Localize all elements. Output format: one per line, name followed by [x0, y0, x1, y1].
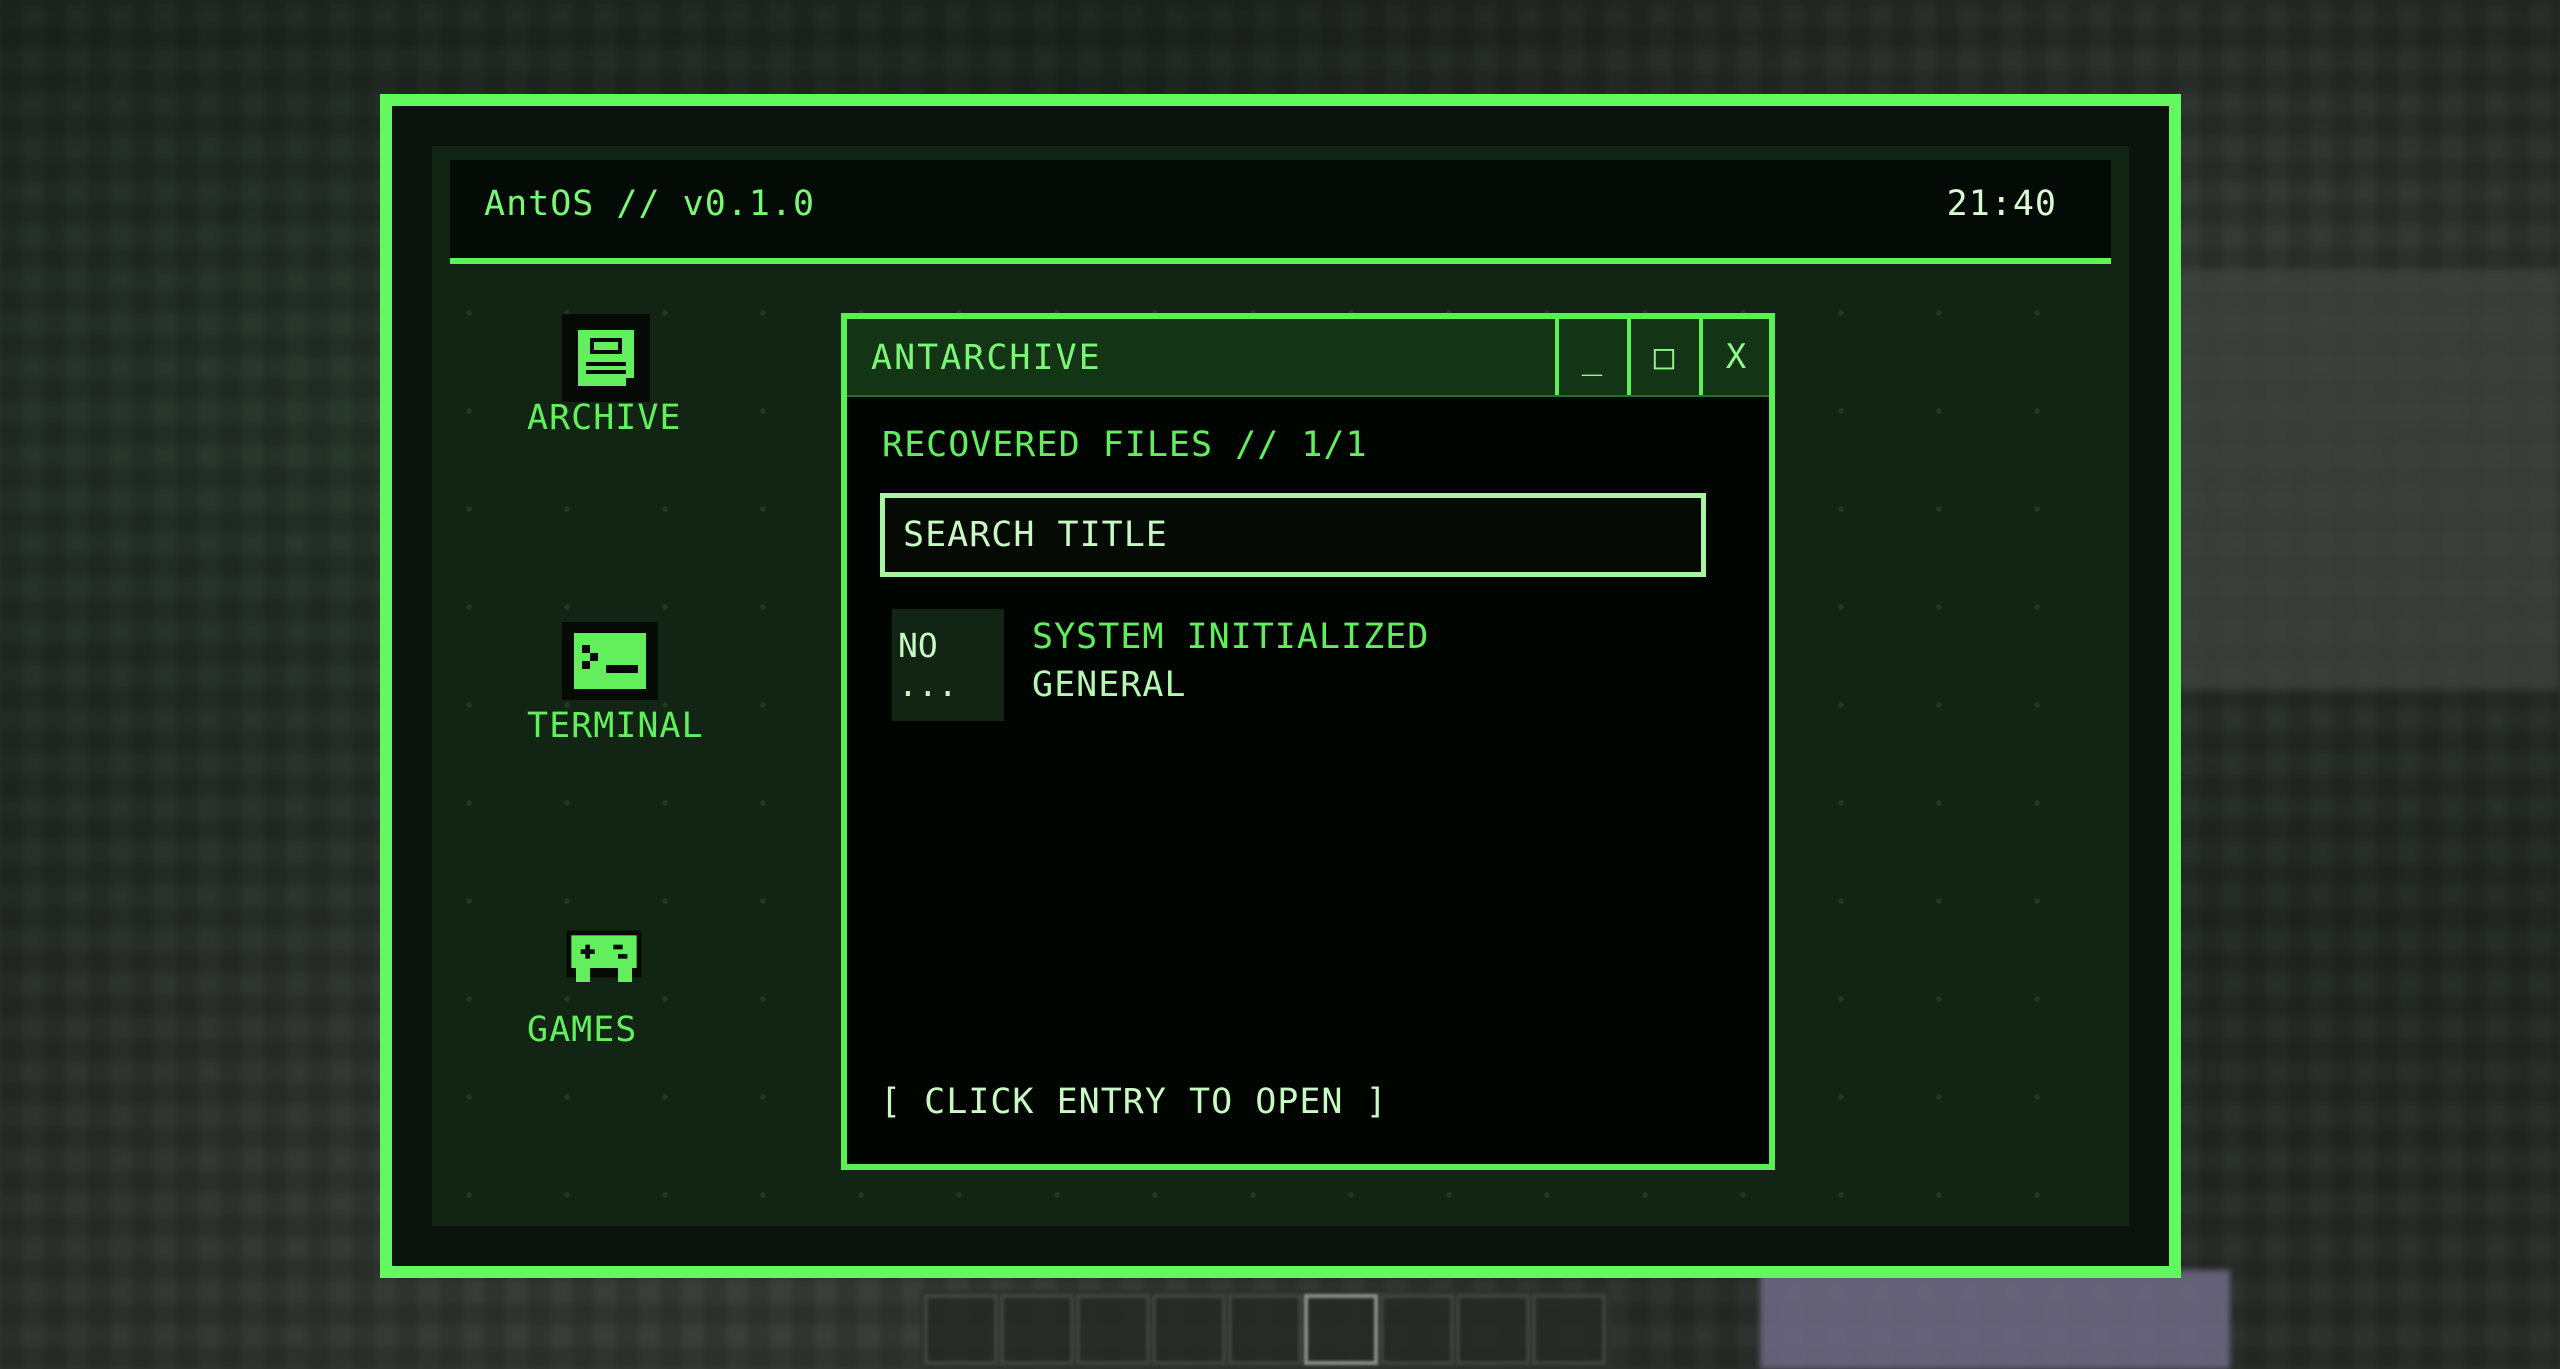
hotbar-slot	[1076, 1294, 1150, 1365]
desktop-icon-label: GAMES	[527, 1010, 638, 1050]
archive-icon	[562, 314, 650, 402]
entry-thumbnail: NO ...	[892, 609, 1004, 721]
os-title: AntOS // v0.1.0	[484, 184, 816, 224]
close-icon: X	[1725, 337, 1747, 377]
hotbar-slot	[1532, 1294, 1606, 1365]
entry-title: SYSTEM INITIALIZED	[1032, 617, 1430, 657]
list-item[interactable]: NO ... SYSTEM INITIALIZED GENERAL	[892, 607, 1492, 721]
hotbar	[920, 1290, 1612, 1369]
hotbar-slot	[1380, 1294, 1454, 1365]
minimize-icon: _	[1581, 337, 1603, 377]
desktop-icon-label: ARCHIVE	[527, 398, 682, 438]
desktop-icon-label: TERMINAL	[527, 706, 704, 746]
minimize-button[interactable]: _	[1555, 319, 1625, 395]
section-header: RECOVERED FILES // 1/1	[882, 425, 1368, 465]
gamepad-icon	[562, 926, 646, 996]
hint-text: [ CLICK ENTRY TO OPEN ]	[880, 1082, 1388, 1122]
hotbar-slot	[1456, 1294, 1530, 1365]
hotbar-slot-selected	[1304, 1294, 1378, 1365]
search-input[interactable]	[880, 493, 1706, 577]
desktop-icon-games[interactable]: GAMES	[527, 926, 732, 1086]
desktop-icon-archive[interactable]: ARCHIVE	[527, 314, 732, 474]
maximize-button[interactable]: □	[1627, 319, 1697, 395]
terminal-icon	[562, 622, 658, 700]
desktop-icon-terminal[interactable]: TERMINAL	[527, 622, 732, 782]
antarchive-window: ANTARCHIVE _ □ X RECOVERED FILES // 1/1 …	[841, 313, 1775, 1170]
window-titlebar[interactable]: ANTARCHIVE _ □ X	[847, 319, 1769, 397]
hotbar-slot	[1152, 1294, 1226, 1365]
hotbar-slot	[1228, 1294, 1302, 1365]
close-button[interactable]: X	[1699, 319, 1769, 395]
os-top-bar: AntOS // v0.1.0 21:40	[450, 160, 2111, 264]
maximize-icon: □	[1653, 337, 1675, 377]
clock: 21:40	[1946, 184, 2057, 224]
hotbar-slot	[1000, 1294, 1074, 1365]
window-title: ANTARCHIVE	[871, 338, 1102, 378]
entry-category: GENERAL	[1032, 665, 1187, 705]
hotbar-slot	[924, 1294, 998, 1365]
